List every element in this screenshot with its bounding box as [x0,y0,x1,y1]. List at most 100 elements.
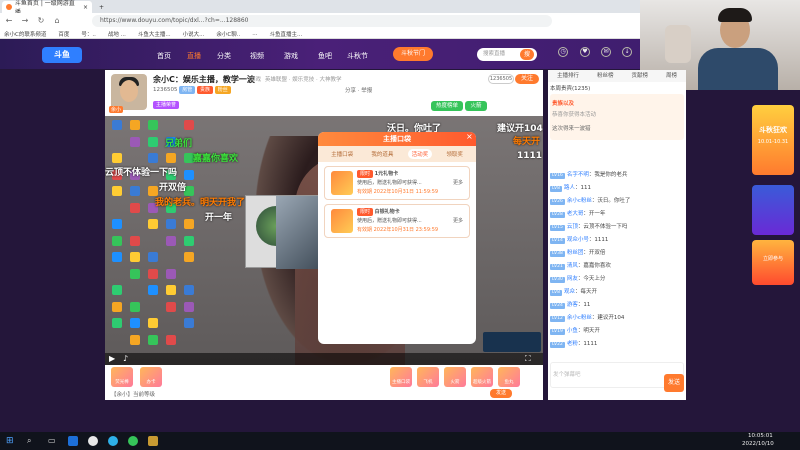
desktop-icon[interactable] [184,219,194,229]
desktop-icon[interactable] [130,301,140,312]
desktop-icon[interactable] [148,268,158,279]
promo-button[interactable]: 斗秋节门 [393,47,433,61]
chat-tab[interactable]: 贡献榜 [631,70,648,82]
room-category[interactable]: 游戏 [250,75,261,83]
chat-user[interactable]: 老大哥 [567,211,584,217]
close-icon[interactable]: × [83,4,88,11]
desktop-icon[interactable] [130,334,140,345]
bookmark-item[interactable]: 百度 [58,30,69,38]
desktop-icon[interactable] [184,120,194,130]
follow-icon[interactable]: ♥ [580,47,590,57]
promo-cta[interactable]: 立即参与 [754,255,792,262]
modal-tab[interactable]: 领取奖 [442,149,467,159]
desktop-icon[interactable] [112,153,122,163]
browser-tab-active[interactable]: 斗鱼首页 | 一级网游直播 × [2,0,92,16]
gift-item[interactable]: 飞机 [417,367,439,387]
desktop-icon[interactable] [166,235,176,246]
chat-user[interactable]: 游客 [567,302,578,308]
desktop-icon[interactable] [184,169,194,180]
douyu-logo[interactable]: 斗鱼 [42,47,82,63]
history-icon[interactable]: ◷ [558,47,568,57]
desktop-icon[interactable] [148,334,158,345]
desktop-icon[interactable] [130,186,140,196]
more-link[interactable]: 更多 [453,217,463,224]
desktop-icon[interactable] [148,285,158,295]
chat-user[interactable]: 余小c粉丝 [567,315,592,321]
side-promo[interactable]: 斗秋狂欢 10.01-10.31 立即参与 [752,105,794,285]
search-button[interactable]: 搜 [520,49,534,60]
desktop-icon[interactable] [130,268,140,279]
gift-item[interactable]: 主播口袋 [390,367,412,387]
volume-icon[interactable]: ♪ [123,354,128,363]
play-icon[interactable]: ▶ [109,354,115,363]
desktop-icon[interactable] [166,285,176,295]
bookmark-item[interactable]: 斗鱼直播主... [269,30,302,38]
nav-yuba[interactable]: 鱼吧 [318,51,332,61]
chat-user[interactable]: 观众 [564,289,575,295]
desktop-icon[interactable] [184,252,194,262]
desktop-icon[interactable] [166,268,176,279]
chat-user[interactable]: 余小c粉丝 [567,198,592,204]
nav-video[interactable]: 视频 [250,51,264,61]
gift-item[interactable]: 荧光棒 [111,367,133,387]
desktop-icon[interactable] [112,186,122,196]
home-icon[interactable]: ⌂ [52,16,62,26]
desktop-icon[interactable] [130,235,140,246]
forward-icon[interactable]: → [20,16,30,26]
gift-item[interactable]: 超级火箭 [471,367,493,387]
rocket-badge[interactable]: 火箭 [465,101,487,111]
desktop-icon[interactable] [148,318,158,328]
send-button[interactable]: 发送 [490,389,512,398]
desktop-icon[interactable] [112,285,122,295]
desktop-icon[interactable] [130,318,140,328]
nav-home[interactable]: 首页 [157,51,171,61]
desktop-icon[interactable] [112,252,122,262]
chat-user[interactable]: 老粉 [567,341,578,347]
message-icon[interactable]: ✉ [601,47,611,57]
chat-tab[interactable]: 粉丝榜 [597,70,614,82]
streamer-avatar[interactable] [111,74,147,110]
chat-tab[interactable]: 主播排行 [557,70,579,82]
desktop-icon[interactable] [112,301,122,312]
edge-icon[interactable] [108,436,118,446]
report-link[interactable]: 举报 [361,88,372,94]
search-icon[interactable]: ⌕ [27,436,37,446]
chat-user[interactable]: 网友 [567,276,578,282]
chat-send-button[interactable]: 发送 [664,374,684,392]
more-link[interactable]: 更多 [453,179,463,186]
hot-rank-badge[interactable]: 热度榜单 [431,101,463,111]
desktop-icon[interactable] [130,120,140,130]
bookmark-item[interactable]: 小说大... [183,30,205,38]
desktop-icon[interactable] [166,219,176,229]
chat-user[interactable]: 粉丝团 [567,250,584,256]
desktop-icon[interactable] [148,219,158,229]
modal-tab[interactable]: 主播口袋 [327,149,357,159]
modal-tab-active[interactable]: 活动奖 [407,149,433,159]
chat-user[interactable]: 路人 [564,185,575,191]
chat-tab[interactable]: 周榜 [666,70,677,82]
desktop-icon[interactable] [148,153,158,163]
url-input[interactable]: https://www.douyu.com/topic/dxl...?ch=..… [92,15,552,27]
gift-item[interactable]: 办卡 [140,367,162,387]
desktop-icon[interactable] [112,120,122,130]
bookmark-item[interactable]: 余小C的联系频道 [4,30,46,38]
gift-item[interactable]: 鱼丸 [498,367,520,387]
follow-button[interactable]: 关注 [515,74,539,84]
game-client-icon[interactable] [148,436,158,446]
refresh-icon[interactable]: ↻ [36,16,46,26]
chrome-icon[interactable] [128,436,138,446]
steam-icon[interactable] [68,436,78,446]
desktop-icon[interactable] [130,136,140,147]
chat-user[interactable]: 名字不明 [567,172,589,178]
desktop-icon[interactable] [130,252,140,262]
nav-live[interactable]: 直播 [187,51,201,61]
nav-category[interactable]: 分类 [217,51,231,61]
task-view-icon[interactable]: ▭ [48,436,58,446]
desktop-icon[interactable] [184,318,194,328]
chat-input[interactable]: 发个弹幕吧 [553,370,581,378]
coupon-card[interactable]: 限时 1元礼物卡 使用后，赠送礼物即可获得... 有效期 2022年10月31日… [324,166,470,200]
windows-start-icon[interactable]: ⊞ [6,436,16,446]
bookmark-item[interactable]: 斗鱼大主播... [138,30,171,38]
share-link[interactable]: 分享 [345,88,356,94]
nav-game[interactable]: 游戏 [284,51,298,61]
